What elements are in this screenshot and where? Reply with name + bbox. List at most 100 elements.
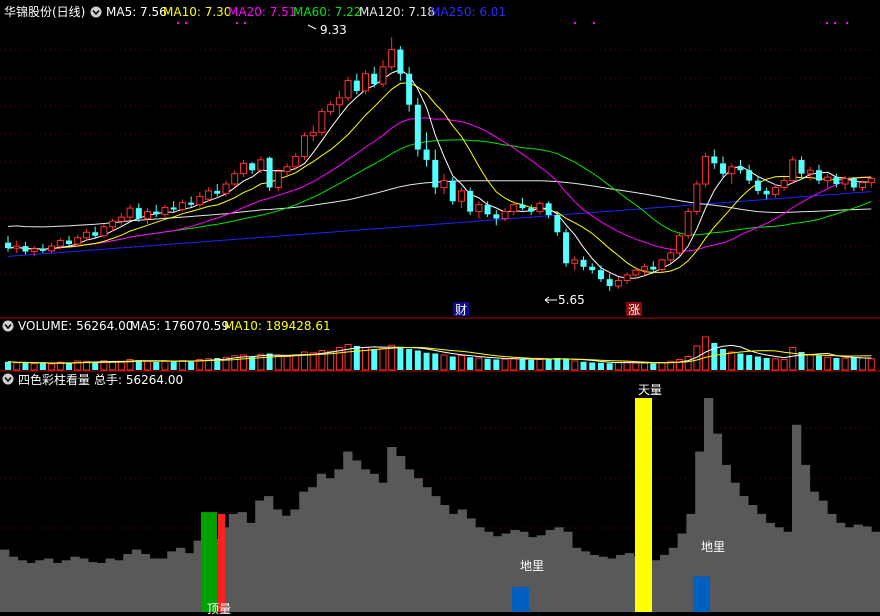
- volume-bar-up: [623, 361, 631, 371]
- candle-body-up: [571, 259, 579, 264]
- indicator-bar: [422, 487, 432, 612]
- indicator-bar: [176, 547, 186, 612]
- candle-body-down: [135, 208, 142, 219]
- indicator-bar: [132, 549, 142, 612]
- candle-body-down: [711, 156, 718, 164]
- candle-body-down: [397, 49, 404, 74]
- indicator-bar: [677, 533, 687, 612]
- indicator-bar: [325, 478, 335, 612]
- volume-bar-up: [728, 351, 736, 371]
- candle-body-down: [22, 246, 29, 252]
- candle-body-up: [300, 135, 308, 157]
- candle-body-down: [214, 190, 221, 194]
- indicator-bar: [140, 554, 151, 612]
- indicator-bar: [264, 496, 274, 612]
- candle-body-up: [239, 162, 247, 175]
- volume-bar-up: [48, 363, 56, 371]
- candle-body-up: [675, 235, 683, 254]
- indicator-bar: [756, 513, 767, 612]
- indicator-bar: [79, 558, 89, 612]
- candle-body-down: [493, 214, 500, 219]
- low-price-label: 5.65: [558, 293, 585, 307]
- candle-body-up: [161, 206, 169, 215]
- indicator-bar: [457, 509, 467, 612]
- indicator-bar: [61, 560, 71, 612]
- volume-bar-down: [833, 358, 840, 370]
- volume-bar-down: [589, 362, 596, 370]
- candle-body-up: [274, 171, 282, 188]
- indicator-bar: [184, 553, 195, 612]
- candle-body-up: [693, 183, 701, 213]
- ma120-label: MA120: 7.18: [359, 5, 435, 19]
- volume-bar-down: [66, 363, 73, 370]
- candle-body-down: [39, 248, 46, 251]
- volume-bar-down: [545, 358, 552, 370]
- indicator-bar: [228, 513, 239, 612]
- candle-body-up: [362, 73, 370, 92]
- candle-body-up: [771, 186, 779, 195]
- candle-body-down: [580, 259, 587, 267]
- indicator-bar: [105, 558, 115, 612]
- candle-body-down: [371, 73, 378, 85]
- indicator-bar: [299, 491, 309, 612]
- volume-bar-down: [414, 350, 421, 370]
- event-dot: [834, 22, 836, 24]
- indicator-bar: [721, 464, 731, 612]
- volume-bar-up: [161, 360, 169, 371]
- volume-bar-up: [632, 362, 640, 371]
- indicator-bar: [475, 527, 485, 612]
- candle-body-down: [597, 270, 604, 280]
- volume-panel-header: VOLUME: 56264.00 MA5: 176070.59 MA10: 18…: [2, 319, 331, 333]
- event-dot: [846, 22, 848, 24]
- indicator-dropdown-icon[interactable]: [2, 373, 14, 385]
- candle-body-up: [178, 202, 186, 211]
- event-dot: [177, 22, 179, 24]
- candle-body-up: [205, 190, 213, 200]
- candle-body-down: [92, 232, 99, 236]
- volume-bar-down: [423, 352, 430, 370]
- candle-body-down: [432, 159, 439, 188]
- indicator-bar: [440, 505, 450, 612]
- candle-body-down: [545, 203, 552, 216]
- indicator-bar: [70, 556, 80, 612]
- candle-body-down: [606, 279, 613, 287]
- stock-chart: 华锦股份(日线) MA5: 7.56 MA10: 7.30 MA20: 7.51…: [0, 0, 880, 616]
- volume-bar-down: [563, 358, 570, 370]
- candle-body-up: [658, 259, 666, 270]
- indicator-bar: [712, 433, 723, 612]
- volume-bar-up: [675, 359, 683, 371]
- volume-bar-up: [283, 356, 291, 371]
- indicator-bar: [844, 527, 855, 612]
- indicator-bar: [281, 515, 291, 612]
- candle-body-up: [388, 49, 396, 68]
- candle-body-down: [554, 215, 561, 233]
- volume-bar-up: [510, 357, 518, 371]
- volume-bar-down: [850, 357, 857, 370]
- indicator-bar: [334, 469, 344, 612]
- indicator-bar: [545, 529, 555, 612]
- candle-body-down: [798, 159, 805, 174]
- event-dot: [574, 22, 576, 24]
- volume-bar-down: [815, 355, 822, 370]
- volume-bar-down: [519, 358, 526, 370]
- candle-body-down: [353, 80, 360, 91]
- dropdown-circle-icon[interactable]: [90, 6, 102, 18]
- indicator-bar: [748, 505, 758, 612]
- volume-dropdown-icon[interactable]: [2, 320, 14, 332]
- high-price-label: 9.33: [320, 23, 347, 37]
- volume-bar-down: [397, 346, 404, 370]
- volume-bar-up: [440, 354, 448, 371]
- indicator-bar: [396, 455, 406, 612]
- candle-body-down: [266, 157, 273, 188]
- stock-name[interactable]: 华锦股份(日线): [4, 5, 85, 19]
- volume-bar-up: [824, 356, 832, 371]
- indicator-bar: [563, 531, 573, 612]
- volume-bar-down: [432, 353, 439, 370]
- volume-bar-down: [493, 359, 500, 370]
- indicator-bar: [404, 469, 415, 612]
- candle-body-up: [641, 266, 649, 271]
- indicator-bar: [853, 524, 863, 612]
- indicator-bar: [730, 482, 740, 612]
- volume-bar-down: [763, 358, 770, 370]
- candle-body-up: [379, 66, 387, 85]
